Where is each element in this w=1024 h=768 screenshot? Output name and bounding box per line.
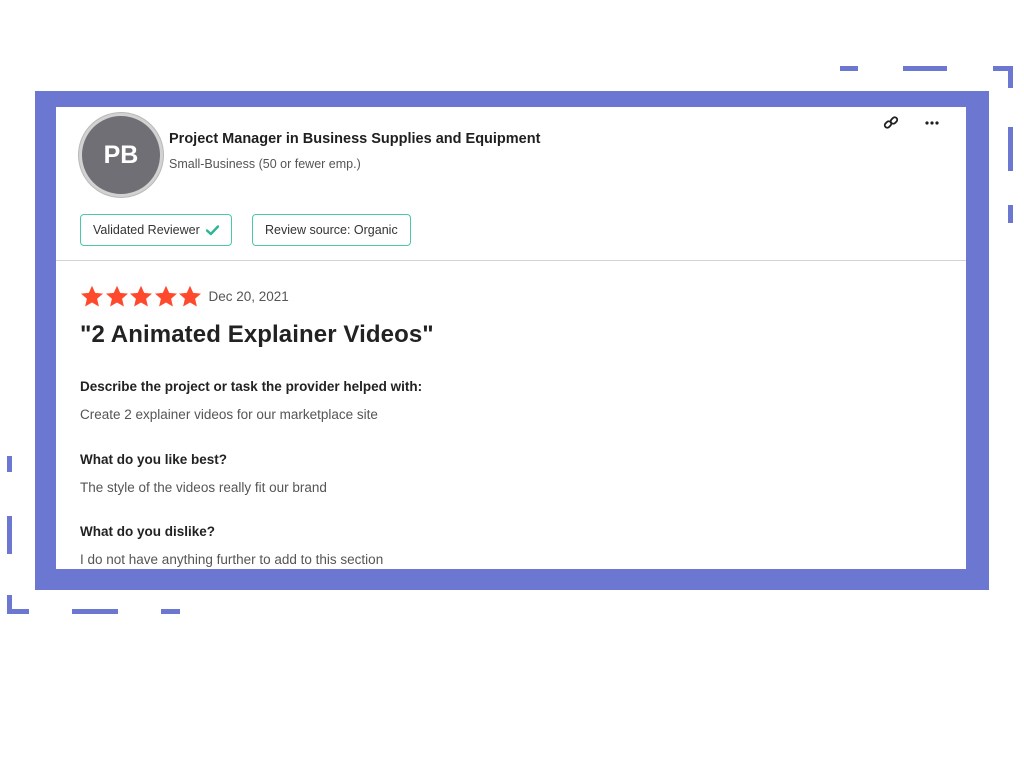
- decorative-dash: [903, 66, 947, 71]
- decorative-dash: [7, 456, 12, 472]
- review-date: Dec 20, 2021: [208, 289, 289, 304]
- review-card: PB Project Manager in Business Supplies …: [56, 107, 966, 569]
- reviewer-title: Project Manager in Business Supplies and…: [169, 131, 541, 147]
- answer-text: The style of the videos really fit our b…: [80, 480, 327, 495]
- decorative-dash: [840, 66, 858, 71]
- decorative-dash: [1008, 205, 1013, 223]
- validated-reviewer-badge[interactable]: Validated Reviewer: [80, 214, 232, 246]
- decorative-dash: [7, 609, 29, 614]
- badge-label: Review source: Organic: [265, 223, 398, 237]
- star-icon: [105, 285, 128, 307]
- review-source-badge[interactable]: Review source: Organic: [252, 214, 411, 246]
- answer-text: Create 2 explainer videos for our market…: [80, 407, 378, 422]
- reviewer-header: PB Project Manager in Business Supplies …: [56, 107, 966, 261]
- star-icon: [81, 285, 103, 307]
- star-icon: [154, 285, 177, 307]
- question-label: What do you dislike?: [80, 524, 216, 539]
- rating-row: Dec 20, 2021: [80, 285, 289, 308]
- review-frame: PB Project Manager in Business Supplies …: [35, 91, 989, 590]
- link-icon[interactable]: [881, 113, 901, 133]
- badge-label: Validated Reviewer: [93, 223, 200, 237]
- decorative-dash: [1008, 66, 1013, 88]
- question-label: Describe the project or task the provide…: [80, 379, 423, 394]
- star-icon: [179, 285, 201, 307]
- star-rating: [80, 285, 203, 308]
- avatar: PB: [79, 113, 163, 197]
- decorative-dash: [1008, 127, 1013, 171]
- more-icon[interactable]: [922, 113, 942, 133]
- review-title: "2 Animated Explainer Videos": [80, 321, 434, 348]
- company-size: Small-Business (50 or fewer emp.): [169, 157, 361, 171]
- question-label: What do you like best?: [80, 452, 228, 467]
- answer-text: I do not have anything further to add to…: [80, 552, 384, 567]
- decorative-dash: [72, 609, 118, 614]
- star-icon: [130, 285, 152, 307]
- decorative-dash: [7, 516, 12, 554]
- check-icon: [205, 224, 219, 236]
- decorative-dash: [161, 609, 180, 614]
